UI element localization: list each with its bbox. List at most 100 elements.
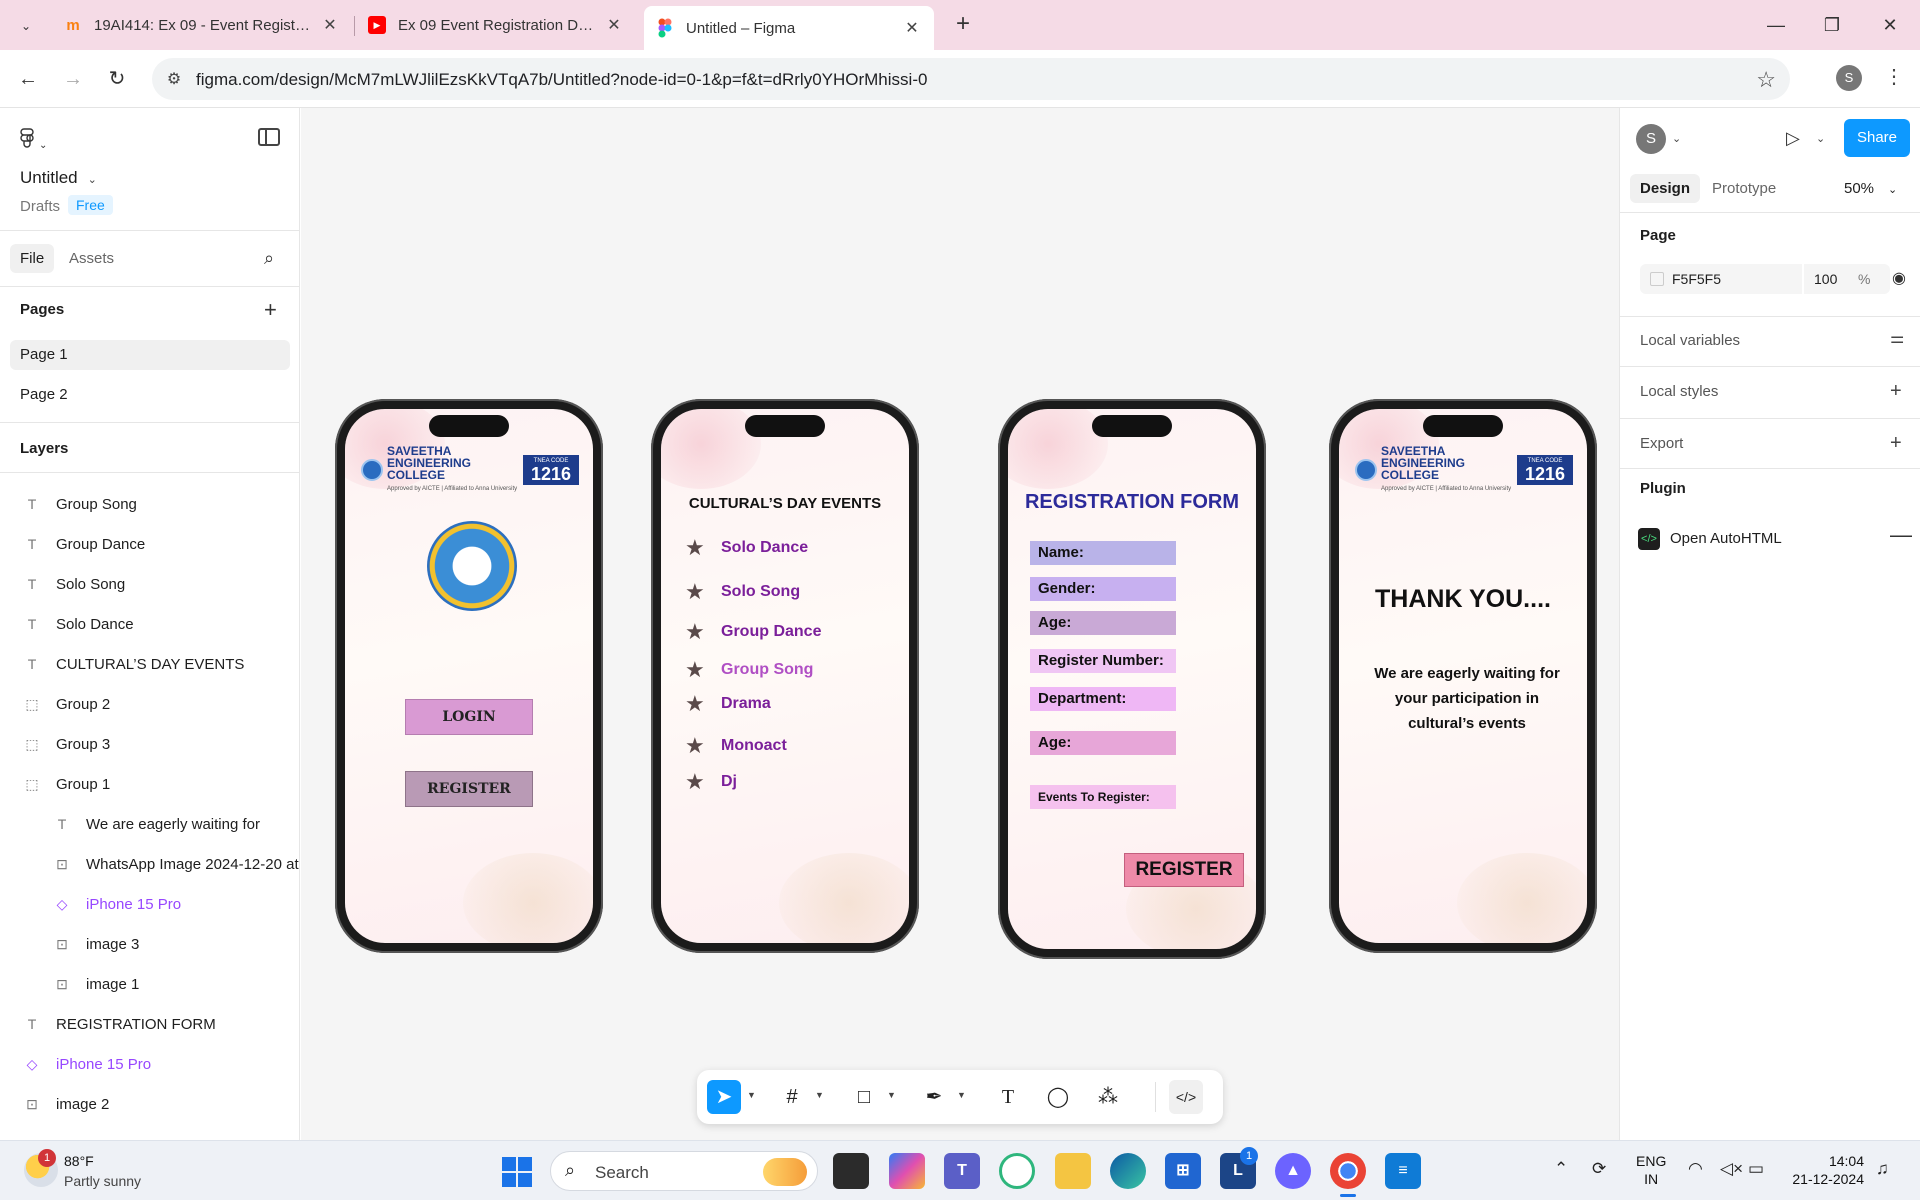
page-item-1[interactable]: Page 1 <box>10 340 290 370</box>
chevron-down-icon[interactable]: ⌄ <box>1816 132 1825 145</box>
chevron-down-icon[interactable]: ▼ <box>747 1090 756 1100</box>
plugin-name[interactable]: Open AutoHTML <box>1670 530 1782 547</box>
layer-row[interactable]: T Group Song <box>24 488 300 520</box>
frame-tool-icon[interactable]: # <box>775 1080 809 1114</box>
file-explorer-icon[interactable] <box>1055 1153 1091 1189</box>
layer-row[interactable]: ⊡ image 1 <box>54 968 300 1000</box>
close-window-icon[interactable]: ✕ <box>1870 10 1910 40</box>
teams-icon[interactable]: T <box>944 1153 980 1189</box>
drafts-label[interactable]: Drafts <box>20 198 60 215</box>
visibility-eye-icon[interactable]: ◉ <box>1892 268 1906 288</box>
notepad-icon[interactable]: ≡ <box>1385 1153 1421 1189</box>
layer-row[interactable]: ⬚ Group 3 <box>24 728 300 760</box>
form-field[interactable]: Name: <box>1030 541 1176 565</box>
event-item[interactable]: ★ Group Song <box>685 657 813 683</box>
minimize-icon[interactable]: — <box>1756 10 1796 40</box>
color-swatch[interactable] <box>1650 272 1664 286</box>
layer-row[interactable]: T REGISTRATION FORM <box>24 1008 300 1040</box>
chevron-down-icon[interactable]: ▼ <box>957 1090 966 1100</box>
browser-tab-figma[interactable]: Untitled – Figma ✕ <box>644 6 934 50</box>
chrome-icon[interactable] <box>1330 1153 1366 1197</box>
remove-plugin-icon[interactable]: — <box>1890 522 1912 548</box>
tab-prototype[interactable]: Prototype <box>1712 180 1776 197</box>
close-tab-icon[interactable]: ✕ <box>320 15 340 35</box>
variables-settings-icon[interactable]: ⚌ <box>1890 328 1904 348</box>
layer-row[interactable]: T We are eagerly waiting for <box>54 808 300 840</box>
form-field[interactable]: Events To Register: <box>1030 785 1176 809</box>
input-language[interactable]: ENG IN <box>1636 1152 1666 1188</box>
layer-row[interactable]: T Solo Song <box>24 568 300 600</box>
iphone-frame-form[interactable]: REGISTRATION FORM Name: Gender: Age: Regist… <box>998 399 1266 959</box>
close-tab-icon[interactable]: ✕ <box>604 15 624 35</box>
form-field[interactable]: Age: <box>1030 611 1176 635</box>
tab-file[interactable]: File <box>10 244 55 273</box>
windows-start-icon[interactable] <box>502 1157 532 1187</box>
form-field[interactable]: Register Number: <box>1030 649 1176 673</box>
iphone-frame-login[interactable]: SAVEETHA ENGINEERING COLLEGE Approved by… <box>335 399 603 953</box>
page-item-2[interactable]: Page 2 <box>10 380 290 410</box>
close-tab-icon[interactable]: ✕ <box>902 18 922 38</box>
event-item[interactable]: ★ Solo Dance <box>685 535 808 561</box>
browser-tab-youtube[interactable]: ▶ Ex 09 Event Registration Design ✕ <box>356 8 636 42</box>
speaker-muted-icon[interactable]: ◁× <box>1720 1159 1743 1179</box>
event-item[interactable]: ★ Group Dance <box>685 619 821 645</box>
form-field[interactable]: Gender: <box>1030 577 1176 601</box>
local-variables-label[interactable]: Local variables <box>1640 332 1740 349</box>
pen-tool-icon[interactable]: ✒ <box>917 1080 951 1114</box>
back-icon[interactable]: ← <box>14 65 42 93</box>
chevron-down-icon[interactable]: ⌄ <box>1672 132 1681 145</box>
sidebar-toggle-icon[interactable] <box>258 128 280 146</box>
url-text[interactable]: figma.com/design/McM7mLWJlilEzsKkVTqA7b/… <box>196 70 927 90</box>
layer-row[interactable]: T CULTURAL’S DAY EVENTS <box>24 648 300 680</box>
sync-tray-icon[interactable]: ⟳ <box>1592 1159 1606 1179</box>
wifi-icon[interactable]: ◠ <box>1688 1159 1703 1179</box>
iphone-frame-thanks[interactable]: SAVEETHA ENGINEERING COLLEGE Approved by… <box>1329 399 1597 953</box>
layer-row[interactable]: T Solo Dance <box>24 608 300 640</box>
layer-row[interactable]: ⊡ image 3 <box>54 928 300 960</box>
event-item[interactable]: ★ Drama <box>685 691 771 717</box>
atom-app-icon[interactable]: ▲ <box>1275 1153 1311 1189</box>
reload-icon[interactable]: ↻ <box>103 65 131 93</box>
browser-menu-icon[interactable]: ⋮ <box>1884 64 1904 89</box>
address-bar[interactable]: ⚙ figma.com/design/McM7mLWJlilEzsKkVTqA7… <box>152 58 1790 100</box>
components-tool-icon[interactable]: ⁂ <box>1091 1080 1125 1114</box>
register-button[interactable]: REGISTER <box>405 771 533 807</box>
zoom-level[interactable]: 50% ⌄ <box>1844 180 1897 197</box>
browser-tab-moodle[interactable]: m 19AI414: Ex 09 - Event Registrat ✕ <box>52 8 352 42</box>
chevron-down-icon[interactable]: ▼ <box>887 1090 896 1100</box>
event-item[interactable]: ★ Dj <box>685 769 737 795</box>
local-styles-label[interactable]: Local styles <box>1640 383 1718 400</box>
layer-row[interactable]: T Group Dance <box>24 528 300 560</box>
user-avatar[interactable]: S <box>1636 124 1666 154</box>
taskbar-search[interactable]: ⌕ Search <box>550 1151 818 1191</box>
text-tool-icon[interactable]: T <box>991 1080 1025 1114</box>
event-item[interactable]: ★ Solo Song <box>685 579 800 605</box>
add-page-icon[interactable]: + <box>264 299 277 321</box>
sync-app-icon[interactable] <box>999 1153 1035 1189</box>
file-title[interactable]: Untitled ⌄ <box>20 168 97 188</box>
add-export-icon[interactable]: + <box>1890 432 1902 455</box>
comment-tool-icon[interactable]: ◯ <box>1041 1080 1075 1114</box>
system-clock[interactable]: 14:04 21-12-2024 <box>1784 1152 1864 1188</box>
present-play-icon[interactable]: ▷ <box>1786 128 1800 149</box>
bookmark-star-icon[interactable]: ☆ <box>1756 67 1776 93</box>
search-icon[interactable]: ⌕ <box>264 248 274 269</box>
tab-assets[interactable]: Assets <box>69 250 114 267</box>
forward-icon[interactable]: → <box>59 65 87 93</box>
copilot-icon[interactable] <box>889 1153 925 1189</box>
rectangle-tool-icon[interactable]: □ <box>847 1080 881 1114</box>
notification-bell-icon[interactable]: ♫ <box>1876 1159 1889 1179</box>
layer-row[interactable]: ⬚ Group 1 <box>24 768 300 800</box>
form-field[interactable]: Department: <box>1030 687 1176 711</box>
new-tab-button[interactable]: + <box>948 10 978 40</box>
event-item[interactable]: ★ Monoact <box>685 733 787 759</box>
layer-row[interactable]: ◇ iPhone 15 Pro <box>54 888 300 920</box>
battery-icon[interactable]: ▭ <box>1748 1159 1764 1179</box>
figma-menu-icon[interactable]: ⌄ <box>20 128 47 153</box>
share-button[interactable]: Share <box>1844 119 1910 157</box>
site-settings-icon[interactable]: ⚙ <box>164 69 184 89</box>
restore-icon[interactable]: ❐ <box>1812 10 1852 40</box>
login-button[interactable]: LOGIN <box>405 699 533 735</box>
dev-mode-icon[interactable]: </> <box>1169 1080 1203 1114</box>
browser-profile-avatar[interactable]: S <box>1836 65 1862 91</box>
